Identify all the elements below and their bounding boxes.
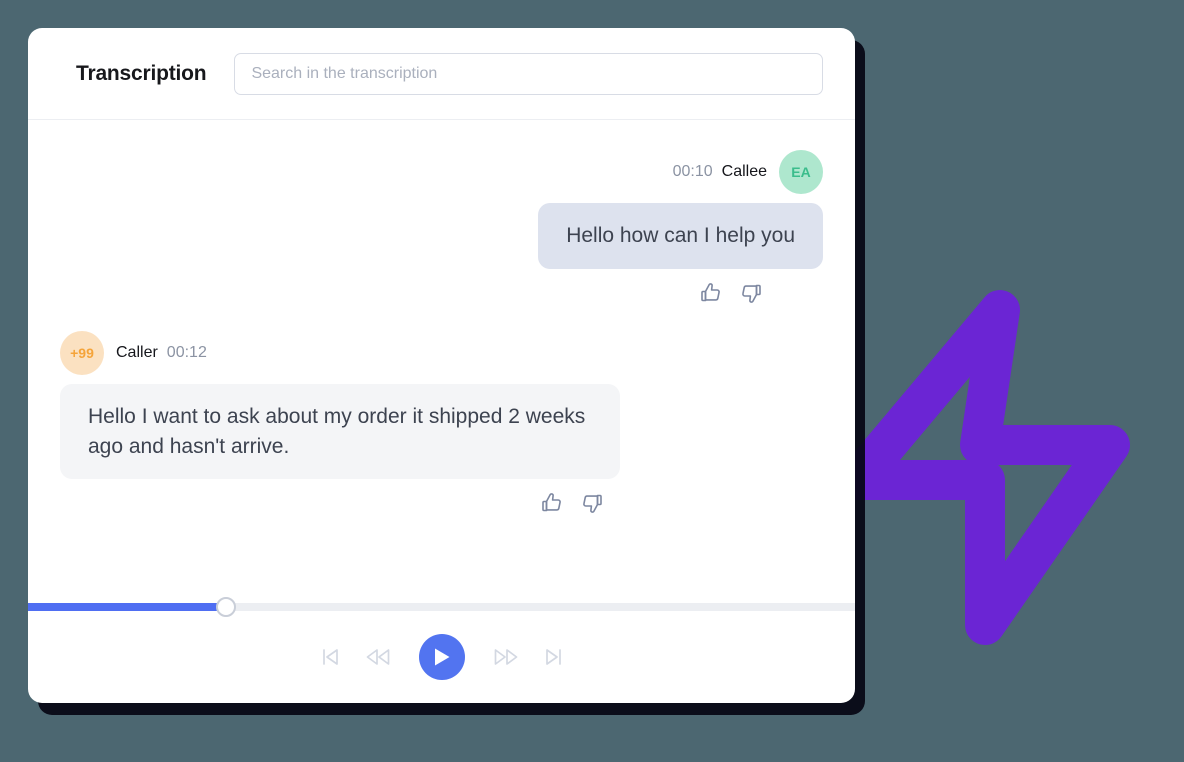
- progress-bar-track[interactable]: [28, 597, 855, 617]
- skip-forward-icon: [545, 649, 561, 665]
- message-speaker: Caller: [116, 343, 158, 361]
- thumbs-down-icon[interactable]: [739, 281, 763, 305]
- avatar[interactable]: EA: [779, 150, 823, 194]
- skip-to-start-button[interactable]: [317, 644, 343, 670]
- skip-to-end-button[interactable]: [541, 644, 567, 670]
- thumbs-up-icon[interactable]: [540, 491, 564, 515]
- card-header: Transcription: [28, 28, 855, 120]
- transcript-message-callee: 00:10 Callee EA Hello how can I help you: [60, 150, 823, 305]
- search-input[interactable]: [234, 52, 823, 95]
- skip-back-icon: [322, 649, 338, 665]
- message-bubble: Hello I want to ask about my order it sh…: [60, 383, 620, 480]
- avatar-initials: EA: [791, 164, 811, 180]
- avatar[interactable]: +99: [60, 330, 104, 375]
- message-reactions: [540, 491, 604, 515]
- audio-player: [28, 597, 855, 703]
- play-button[interactable]: [418, 634, 465, 680]
- message-header: +99 Caller 00:12: [60, 330, 207, 375]
- message-reactions: [699, 281, 823, 305]
- player-controls: [28, 611, 855, 703]
- message-speaker: Callee: [721, 163, 767, 180]
- message-timestamp: 00:12: [166, 343, 207, 361]
- thumbs-down-icon[interactable]: [580, 491, 604, 515]
- transcription-card: Transcription 00:10 Callee EA Hello how …: [28, 28, 855, 703]
- thumbs-up-icon[interactable]: [699, 281, 723, 305]
- transcript-list: 00:10 Callee EA Hello how can I help you: [28, 120, 855, 603]
- page-title: Transcription: [76, 61, 207, 85]
- play-icon: [434, 648, 449, 666]
- rewind-icon: [366, 649, 389, 665]
- message-header: 00:10 Callee EA: [673, 150, 823, 194]
- avatar-initials: +99: [70, 344, 94, 361]
- progress-bar-fill: [28, 603, 227, 611]
- transcript-message-caller: +99 Caller 00:12 Hello I want to ask abo…: [60, 330, 823, 516]
- fast-forward-button[interactable]: [493, 644, 519, 670]
- message-meta: 00:10 Callee: [673, 163, 767, 181]
- message-timestamp: 00:10: [672, 163, 713, 180]
- message-bubble: Hello how can I help you: [538, 203, 823, 269]
- message-meta: Caller 00:12: [116, 344, 207, 362]
- search-field-wrapper: [234, 52, 823, 95]
- fast-forward-icon: [494, 649, 517, 665]
- rewind-button[interactable]: [365, 644, 391, 670]
